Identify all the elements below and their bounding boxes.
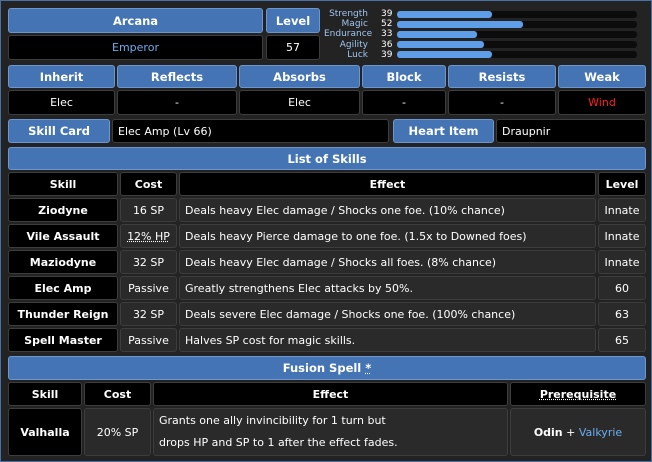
skill-effect: Deals severe Elec damage / Shocks one fo… bbox=[179, 302, 596, 326]
affinity-value-absorbs: Elec bbox=[239, 90, 360, 115]
skill-name: Vile Assault bbox=[8, 224, 118, 248]
skills-col-level: Level bbox=[598, 172, 646, 196]
stat-label-0: Strength bbox=[329, 9, 368, 19]
skills-col-cost: Cost bbox=[120, 172, 177, 196]
fusion-title: Fusion Spell * bbox=[8, 356, 646, 380]
affinity-value-resists: - bbox=[448, 90, 556, 115]
affinity-header-resists: Resists bbox=[448, 65, 556, 88]
skill-name: Ziodyne bbox=[8, 198, 118, 222]
skill-name: Elec Amp bbox=[8, 276, 118, 300]
skill-effect: Deals heavy Elec damage / Shocks one foe… bbox=[179, 198, 596, 222]
stat-value-2: 33 bbox=[381, 29, 393, 40]
skill-card-label: Skill Card bbox=[8, 119, 110, 143]
persona-info-panel: Arcana Level Emperor 57 Strength 39 Magic 5… bbox=[0, 0, 652, 462]
fusion-skill-cost: 20% SP bbox=[84, 408, 151, 456]
skill-cost: Passive bbox=[120, 276, 177, 300]
skill-level: Innate bbox=[598, 250, 646, 274]
fusion-col-prereq: Prerequisite bbox=[510, 382, 646, 406]
skill-name: Thunder Reign bbox=[8, 302, 118, 326]
prereq-odin-link[interactable]: Odin bbox=[534, 426, 563, 439]
stat-bar-track-2 bbox=[397, 30, 637, 38]
arcana-link[interactable]: Emperor bbox=[112, 41, 159, 54]
skill-level: 60 bbox=[598, 276, 646, 300]
affinity-header-absorbs: Absorbs bbox=[239, 65, 360, 88]
skills-col-skill: Skill bbox=[8, 172, 118, 196]
affinity-value-reflects: - bbox=[117, 90, 237, 115]
affinity-value-inherit: Elec bbox=[8, 90, 115, 115]
arcana-value: Emperor bbox=[8, 35, 263, 60]
stat-bar-fill-4 bbox=[397, 51, 492, 59]
stat-bar-track-0 bbox=[397, 10, 637, 18]
fusion-skill-effect: Grants one ally invincibility for 1 turn… bbox=[153, 408, 508, 456]
skill-cost: Passive bbox=[120, 328, 177, 352]
level-header: Level bbox=[266, 8, 320, 33]
stat-bar-track-4 bbox=[397, 51, 637, 59]
affinity-header-reflects: Reflects bbox=[117, 65, 237, 88]
stat-bar-fill-1 bbox=[397, 20, 524, 28]
stat-bar-track-1 bbox=[397, 20, 637, 28]
skill-effect: Deals heavy Pierce damage to one foe. (1… bbox=[179, 224, 596, 248]
fusion-prerequisite: Odin + Valkyrie bbox=[510, 408, 646, 456]
stat-value-0: 39 bbox=[381, 9, 393, 19]
skill-cost: 32 SP bbox=[120, 250, 177, 274]
stat-bar-fill-2 bbox=[397, 30, 477, 38]
skill-effect: Greatly strengthens Elec attacks by 50%. bbox=[179, 276, 596, 300]
stat-label-4: Luck bbox=[347, 49, 368, 60]
stat-value-3: 36 bbox=[381, 39, 393, 50]
skill-level: 63 bbox=[598, 302, 646, 326]
fusion-skill-name: Valhalla bbox=[8, 408, 82, 456]
fusion-col-cost: Cost bbox=[84, 382, 151, 406]
skill-level: Innate bbox=[598, 224, 646, 248]
stat-label-1: Magic bbox=[341, 19, 368, 30]
stat-value-4: 39 bbox=[381, 49, 393, 60]
skill-effect: Halves SP cost for magic skills. bbox=[179, 328, 596, 352]
skills-title: List of Skills bbox=[8, 147, 646, 170]
skill-level: 65 bbox=[598, 328, 646, 352]
affinity-header-inherit: Inherit bbox=[8, 65, 115, 88]
level-value: 57 bbox=[266, 35, 320, 60]
affinity-header-weak: Weak bbox=[558, 65, 646, 88]
heart-item-value: Draupnir bbox=[496, 119, 646, 143]
stat-label-2: Endurance bbox=[324, 29, 373, 40]
stat-value-1: 52 bbox=[381, 19, 393, 30]
skill-card-value: Elec Amp (Lv 66) bbox=[112, 119, 389, 143]
skill-effect: Deals heavy Elec damage / Shocks all foe… bbox=[179, 250, 596, 274]
stat-bar-fill-0 bbox=[397, 10, 492, 18]
stat-bar-fill-3 bbox=[397, 41, 485, 49]
affinity-value-weak: Wind bbox=[558, 90, 646, 115]
affinity-header-block: Block bbox=[362, 65, 446, 88]
skill-cost: 12% HP bbox=[120, 224, 177, 248]
affinity-value-block: - bbox=[362, 90, 446, 115]
skill-name: Spell Master bbox=[8, 328, 118, 352]
heart-item-label: Heart Item bbox=[393, 119, 494, 143]
skill-name: Maziodyne bbox=[8, 250, 118, 274]
stat-label-3: Agility bbox=[339, 39, 368, 50]
skill-cost: 16 SP bbox=[120, 198, 177, 222]
skills-col-effect: Effect bbox=[179, 172, 596, 196]
fusion-footnote-mark[interactable]: * bbox=[365, 361, 371, 375]
arcana-header: Arcana bbox=[8, 8, 263, 33]
skill-cost: 32 SP bbox=[120, 302, 177, 326]
skill-level: Innate bbox=[598, 198, 646, 222]
fusion-col-effect: Effect bbox=[153, 382, 508, 406]
fusion-col-skill: Skill bbox=[8, 382, 82, 406]
prereq-valkyrie-link[interactable]: Valkyrie bbox=[579, 426, 622, 439]
stat-bar-track-3 bbox=[397, 41, 637, 49]
